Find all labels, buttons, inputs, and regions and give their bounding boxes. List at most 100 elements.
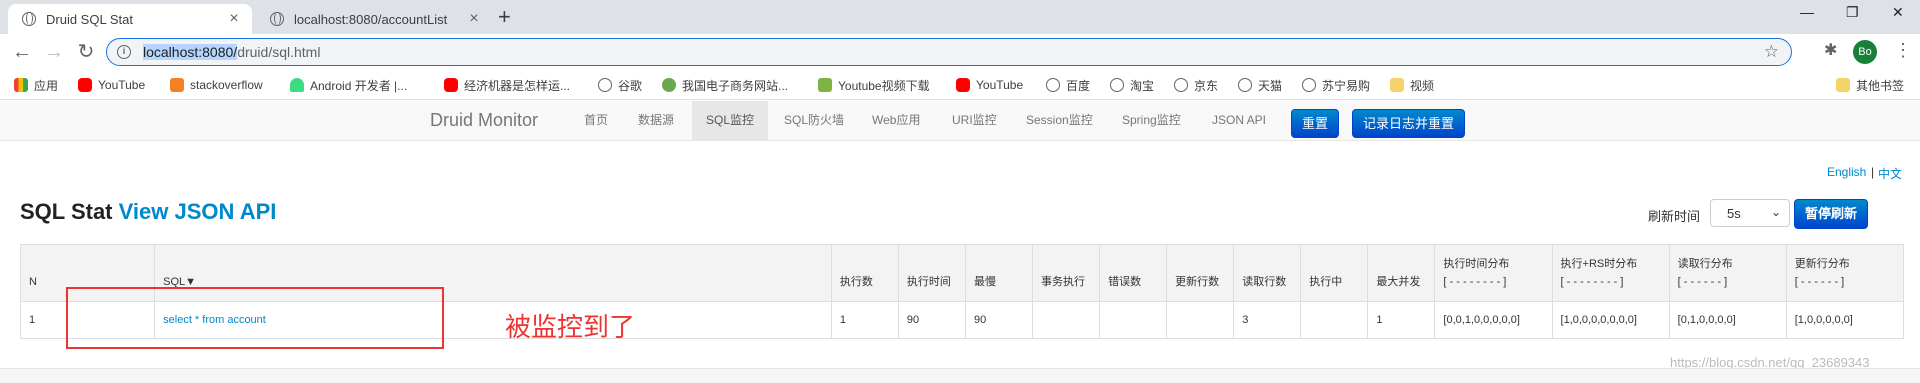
- table-cell: 90: [964, 301, 1034, 339]
- column-header: 执行数: [830, 244, 899, 302]
- reset-button[interactable]: 重置: [1291, 109, 1340, 138]
- apps-icon: [14, 78, 28, 92]
- avatar[interactable]: Bo: [1853, 40, 1877, 64]
- column-header: 执行+RS时分布[ - - - - - - - - ]: [1551, 244, 1670, 302]
- bookmark-tmall[interactable]: 天猫: [1238, 76, 1282, 94]
- bookmark-android[interactable]: Android 开发者 |...: [290, 76, 407, 94]
- bookmark-economy[interactable]: 经济机器是怎样运...: [444, 76, 570, 94]
- nav-sql-firewall[interactable]: SQL防火墙: [776, 101, 852, 140]
- youtube-icon: [78, 78, 92, 92]
- bookmark-baidu[interactable]: 百度: [1046, 76, 1090, 94]
- table-cell: 3: [1233, 301, 1302, 339]
- column-header: 错误数: [1099, 244, 1168, 302]
- table-cell: [0,0,1,0,0,0,0,0]: [1434, 301, 1553, 339]
- nav-session-monitor[interactable]: Session监控: [1018, 101, 1101, 140]
- forward-button[interactable]: →: [42, 40, 66, 64]
- tab-title: Druid SQL Stat: [46, 11, 133, 27]
- bookmark-suning[interactable]: 苏宁易购: [1302, 76, 1370, 94]
- column-header: 读取行分布[ - - - - - - ]: [1668, 244, 1787, 302]
- nav-spring-monitor[interactable]: Spring监控: [1114, 101, 1189, 140]
- browser-tab-bar: Druid SQL Stat × localhost:8080/accountL…: [0, 0, 1920, 34]
- bookmark-taobao[interactable]: 淘宝: [1110, 76, 1154, 94]
- globe-icon: [1238, 78, 1252, 92]
- bookmark-google[interactable]: 谷歌: [598, 76, 642, 94]
- view-json-api-link[interactable]: View JSON API: [119, 199, 277, 224]
- nav-json-api[interactable]: JSON API: [1204, 101, 1274, 140]
- globe-icon: [1174, 78, 1188, 92]
- nav-uri-monitor[interactable]: URI监控: [944, 101, 1005, 140]
- folder-icon: [1836, 78, 1850, 92]
- refresh-interval-select[interactable]: 5s ⌄: [1710, 199, 1790, 227]
- tab-druid-sql-stat[interactable]: Druid SQL Stat ×: [8, 4, 252, 34]
- column-header: 执行时间: [897, 244, 966, 302]
- maximize-button[interactable]: ❐: [1846, 4, 1859, 21]
- extensions-icon[interactable]: ✱: [1824, 40, 1837, 60]
- nav-sql-monitor[interactable]: SQL监控: [692, 101, 769, 140]
- table-cell: 1: [830, 301, 899, 339]
- new-tab-button[interactable]: +: [498, 6, 511, 28]
- back-button[interactable]: ←: [10, 40, 34, 64]
- menu-icon[interactable]: ⋮: [1894, 40, 1912, 61]
- close-icon[interactable]: ×: [226, 10, 242, 28]
- info-icon[interactable]: i: [117, 45, 131, 59]
- browser-toolbar: ← → ↻ i localhost:8080/druid/sql.html ☆ …: [0, 34, 1920, 70]
- bookmark-yt-download[interactable]: Youtube视频下载: [818, 76, 930, 94]
- address-bar[interactable]: i localhost:8080/druid/sql.html ☆: [106, 38, 1792, 66]
- site-icon: [662, 78, 676, 92]
- bookmark-stackoverflow[interactable]: stackoverflow: [170, 76, 263, 94]
- bookmark-youtube[interactable]: YouTube: [78, 76, 145, 94]
- column-header: 更新行数: [1166, 244, 1235, 302]
- table-cell: 1: [1367, 301, 1436, 339]
- bookmark-apps[interactable]: 应用: [14, 76, 58, 94]
- bookmark-other[interactable]: 其他书签: [1836, 76, 1904, 94]
- lang-english-link[interactable]: English: [1827, 165, 1866, 179]
- globe-icon: [22, 12, 36, 26]
- globe-icon: [270, 12, 284, 26]
- log-and-reset-button[interactable]: 记录日志并重置: [1352, 109, 1466, 138]
- table-cell: [1166, 301, 1235, 339]
- bottom-bar: [0, 368, 1920, 383]
- table-cell: [1,0,0,0,0,0,0,0]: [1551, 301, 1670, 339]
- youtube-icon: [444, 78, 458, 92]
- table-cell: [1300, 301, 1369, 339]
- page-title: SQL Stat View JSON API: [20, 199, 277, 224]
- bookmark-video[interactable]: 视频: [1390, 76, 1434, 94]
- column-header: 事务执行: [1032, 244, 1101, 302]
- nav-web-app[interactable]: Web应用: [864, 101, 928, 140]
- column-header: 最慢: [964, 244, 1034, 302]
- column-header: 更新行分布[ - - - - - - ]: [1785, 244, 1905, 302]
- bookmarks-bar: 应用 YouTube stackoverflow Android 开发者 |..…: [0, 70, 1920, 100]
- pause-refresh-button[interactable]: 暂停刷新: [1794, 199, 1869, 229]
- close-icon[interactable]: ×: [466, 10, 482, 28]
- bookmark-jd[interactable]: 京东: [1174, 76, 1218, 94]
- window-close-button[interactable]: ✕: [1892, 4, 1904, 21]
- refresh-label: 刷新时间: [1648, 209, 1701, 224]
- reload-button[interactable]: ↻: [74, 40, 98, 64]
- nav-datasource[interactable]: 数据源: [630, 101, 682, 140]
- address-url: localhost:8080/druid/sql.html: [143, 44, 321, 60]
- table-cell: [1,0,0,0,0,0]: [1785, 301, 1905, 339]
- youtube-icon: [956, 78, 970, 92]
- folder-icon: [1390, 78, 1404, 92]
- column-header: 执行中: [1300, 244, 1369, 302]
- bookmark-star-icon[interactable]: ☆: [1764, 42, 1779, 62]
- globe-icon: [1110, 78, 1124, 92]
- download-icon: [818, 78, 832, 92]
- bookmark-youtube-2[interactable]: YouTube: [956, 76, 1023, 94]
- brand-title[interactable]: Druid Monitor: [430, 110, 538, 131]
- table-cell: [0,1,0,0,0,0]: [1668, 301, 1787, 339]
- nav-home[interactable]: 首页: [576, 101, 616, 140]
- table-cell: 90: [897, 301, 966, 339]
- druid-navbar: Druid Monitor 首页 数据源 SQL监控 SQL防火墙 Web应用 …: [0, 101, 1920, 141]
- annotation-text: 被监控到了: [505, 312, 636, 342]
- column-header: 执行时间分布[ - - - - - - - - ]: [1434, 244, 1553, 302]
- chevron-down-icon: ⌄: [1770, 205, 1781, 219]
- table-cell: [1099, 301, 1168, 339]
- lang-separator: |: [1871, 165, 1875, 179]
- minimize-button[interactable]: —: [1800, 4, 1814, 20]
- globe-icon: [1046, 78, 1060, 92]
- android-icon: [290, 78, 304, 92]
- tab-account-list[interactable]: localhost:8080/accountList ×: [256, 4, 492, 34]
- lang-chinese-link[interactable]: 中文: [1878, 165, 1902, 182]
- bookmark-ecommerce[interactable]: 我国电子商务网站...: [662, 76, 788, 94]
